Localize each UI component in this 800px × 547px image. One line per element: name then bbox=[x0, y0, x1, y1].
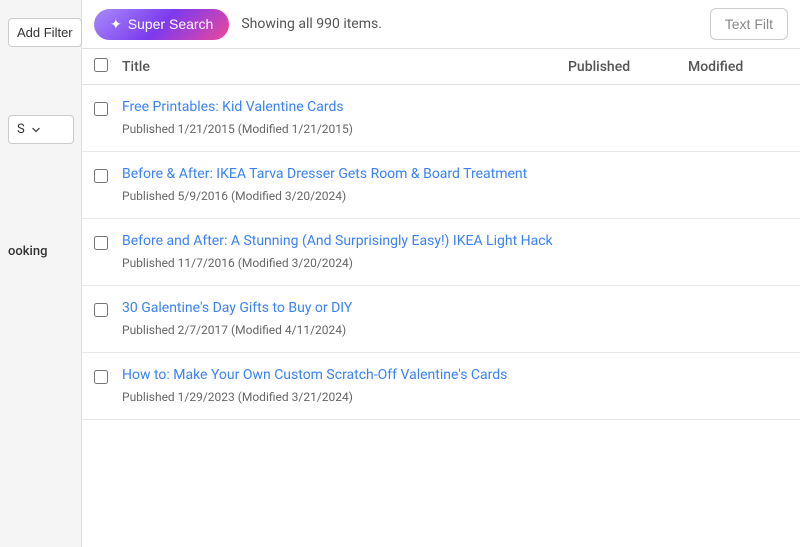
item-title-link[interactable]: Before and After: A Stunning (And Surpri… bbox=[122, 233, 788, 249]
item-title-link[interactable]: Before & After: IKEA Tarva Dresser Gets … bbox=[122, 166, 788, 182]
item-title-link[interactable]: Free Printables: Kid Valentine Cards bbox=[122, 99, 788, 115]
text-filter-button[interactable]: Text Filt bbox=[710, 8, 788, 40]
table-row: Before & After: IKEA Tarva Dresser Gets … bbox=[82, 152, 800, 219]
item-meta: Published 5/9/2016 (Modified 3/20/2024) bbox=[122, 189, 346, 203]
col-title-header: Title bbox=[122, 59, 568, 75]
item-checkbox[interactable] bbox=[94, 236, 108, 250]
table-row: How to: Make Your Own Custom Scratch-Off… bbox=[82, 353, 800, 420]
header-checkbox-cell bbox=[94, 57, 122, 76]
item-content: 30 Galentine's Day Gifts to Buy or DIY P… bbox=[122, 300, 788, 338]
item-checkbox[interactable] bbox=[94, 303, 108, 317]
select-all-checkbox[interactable] bbox=[94, 58, 108, 72]
item-title-link[interactable]: 30 Galentine's Day Gifts to Buy or DIY bbox=[122, 300, 788, 316]
item-checkbox[interactable] bbox=[94, 102, 108, 116]
items-list: Free Printables: Kid Valentine Cards Pub… bbox=[82, 85, 800, 547]
item-checkbox-cell bbox=[94, 166, 122, 187]
sidebar: Add Filter S ooking bbox=[0, 0, 82, 547]
sidebar-dropdown-label: S bbox=[17, 122, 25, 137]
main-content: ✦ Super Search Showing all 990 items. Te… bbox=[82, 0, 800, 547]
sidebar-dropdown[interactable]: S bbox=[8, 115, 74, 144]
col-published-header: Published bbox=[568, 59, 688, 75]
table-header: Title Published Modified bbox=[82, 49, 800, 85]
super-search-button[interactable]: ✦ Super Search bbox=[94, 9, 229, 40]
col-modified-header: Modified bbox=[688, 59, 788, 75]
item-checkbox-cell bbox=[94, 300, 122, 321]
add-filter-button[interactable]: Add Filter bbox=[8, 18, 82, 47]
item-checkbox-cell bbox=[94, 367, 122, 388]
item-meta: Published 11/7/2016 (Modified 3/20/2024) bbox=[122, 256, 353, 270]
item-content: Before and After: A Stunning (And Surpri… bbox=[122, 233, 788, 271]
item-content: Free Printables: Kid Valentine Cards Pub… bbox=[122, 99, 788, 137]
table-row: 30 Galentine's Day Gifts to Buy or DIY P… bbox=[82, 286, 800, 353]
toolbar: ✦ Super Search Showing all 990 items. Te… bbox=[82, 0, 800, 49]
showing-text: Showing all 990 items. bbox=[241, 16, 697, 32]
item-checkbox-cell bbox=[94, 99, 122, 120]
item-meta: Published 1/21/2015 (Modified 1/21/2015) bbox=[122, 122, 353, 136]
sidebar-booking-label: ooking bbox=[8, 244, 47, 259]
item-checkbox[interactable] bbox=[94, 370, 108, 384]
item-meta: Published 2/7/2017 (Modified 4/11/2024) bbox=[122, 323, 346, 337]
item-content: Before & After: IKEA Tarva Dresser Gets … bbox=[122, 166, 788, 204]
item-title-link[interactable]: How to: Make Your Own Custom Scratch-Off… bbox=[122, 367, 788, 383]
chevron-down-icon bbox=[31, 125, 41, 135]
super-search-icon: ✦ bbox=[110, 16, 122, 33]
item-meta: Published 1/29/2023 (Modified 3/21/2024) bbox=[122, 390, 353, 404]
item-checkbox-cell bbox=[94, 233, 122, 254]
table-row: Before and After: A Stunning (And Surpri… bbox=[82, 219, 800, 286]
table-row: Free Printables: Kid Valentine Cards Pub… bbox=[82, 85, 800, 152]
item-content: How to: Make Your Own Custom Scratch-Off… bbox=[122, 367, 788, 405]
item-checkbox[interactable] bbox=[94, 169, 108, 183]
super-search-label: Super Search bbox=[128, 16, 214, 32]
